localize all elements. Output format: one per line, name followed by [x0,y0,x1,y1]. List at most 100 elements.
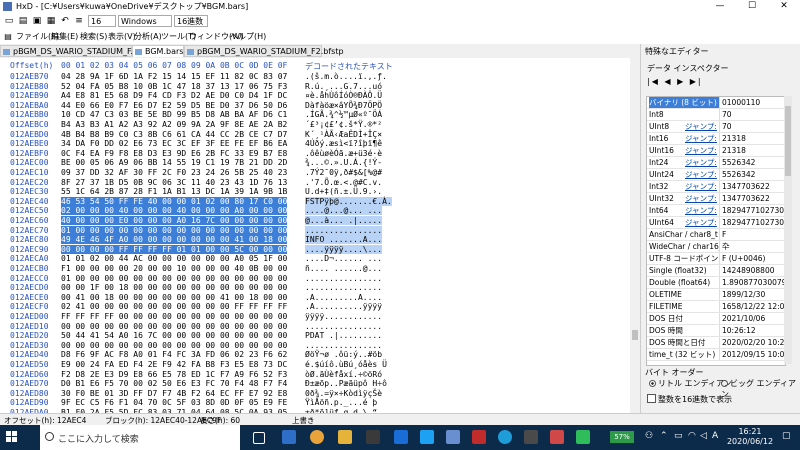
inspector-scrollbar[interactable] [784,96,792,364]
row-decoded-text[interactable]: ....D¬...... ... [305,254,382,263]
row-hex-bytes[interactable]: F1 00 00 00 00 20 00 00 10 00 00 00 40 0… [61,264,287,273]
jump-link[interactable]: ジャンプ: [685,145,717,156]
minimize-button[interactable]: — [705,0,735,13]
inspector-value[interactable]: 70 [719,121,732,132]
row-hex-bytes[interactable]: 00 41 00 18 00 00 00 00 00 00 00 41 00 1… [61,293,287,302]
inspector-row[interactable]: Int16 ジャンプ: 21318 [647,133,785,145]
row-hex-bytes[interactable]: 02 41 00 00 00 00 00 00 00 00 00 00 FF F… [61,302,287,311]
row-hex-bytes[interactable]: 10 CD 47 C3 03 BE 5E BD 99 B5 D8 AB BA A… [61,110,287,119]
row-decoded-text[interactable]: .7Ý2¯0ÿ,ð#$&[%@# [305,168,382,177]
row-hex-bytes[interactable]: 34 DA F0 DD 02 E6 73 EC 3C EF 3F EE FE E… [61,139,287,148]
jump-link[interactable]: ジャンプ: [685,169,717,180]
inspector-value[interactable]: 70 [719,109,732,120]
row-hex-bytes[interactable]: 00 00 00 00 FF FF FF FF 01 01 00 00 5C 0… [61,244,288,254]
row-decoded-text[interactable]: ÿÿÿÿ............ [305,312,382,321]
inspector-row[interactable]: Int64ジャンプ:1829477102730115 [647,205,785,217]
app-icon-red[interactable] [472,430,486,444]
little-endian-radio[interactable]: リトル エンディアン [649,378,732,389]
row-hex-bytes[interactable]: A4 E8 81 E5 68 D9 F4 CD F3 D2 AE D0 C0 D… [61,91,287,100]
app-icon-blue[interactable] [498,430,512,444]
inspector-value[interactable]: F (U+0046) [719,253,765,264]
mail-icon[interactable] [394,430,408,444]
row-hex-bytes[interactable]: 00 00 00 00 00 00 00 00 00 00 00 00 00 0… [61,322,287,331]
jump-link[interactable]: ジャンプ: [685,133,717,144]
row-hex-bytes[interactable]: 30 F0 BE 01 3D FF D7 F7 4B F2 64 EC FF E… [61,389,287,398]
row-hex-bytes[interactable]: 00 00 1F 00 18 00 00 00 00 00 00 00 00 0… [61,283,287,292]
inspector-row[interactable]: DOS 時間 10:26:12 [647,325,785,337]
save-icon[interactable]: ▣ [31,15,43,27]
scrollbar-thumb[interactable] [785,106,791,176]
row-decoded-text[interactable]: PDAT .|......... [305,331,382,340]
row-decoded-text[interactable]: é.$úíô.ùBú¸óåès Ü [305,360,387,369]
row-decoded-text[interactable]: ....@...@... ... [305,206,383,216]
row-decoded-text[interactable]: ................ [305,341,382,350]
inspector-row[interactable]: Single (float32) 14248908800 [647,265,785,277]
row-decoded-text[interactable]: .A.........A.... [305,293,382,302]
menu-help[interactable]: ヘルプ(H) [230,31,266,42]
data-inspector-tab[interactable]: データ インスペクター [647,63,729,74]
twitter-icon[interactable] [420,430,434,444]
inspector-value[interactable]: 1829477102730115 [719,205,785,216]
undo-icon[interactable]: ↶ [59,15,71,27]
edge-icon[interactable] [282,430,296,444]
inspector-nav-buttons[interactable]: |◀ ◀ ▶ ▶| [647,77,703,86]
inspector-value[interactable]: 1829477102730115 [719,217,785,228]
row-hex-bytes[interactable]: 0C F4 EA F9 F8 E8 D3 E3 9D E6 2B FC 33 E… [61,149,287,158]
inspector-row[interactable]: FILETIME 1658/12/22 12:05:0 [647,301,785,313]
row-decoded-text[interactable]: ....ÿÿÿÿ....\... [305,244,383,254]
row-decoded-text[interactable]: ¾...©.».U.Á.{!Ý- [305,158,382,167]
close-button[interactable]: ✕ [769,0,799,13]
row-decoded-text[interactable]: R.ú.¸...G.7...uó [305,82,382,91]
windows-start-icon[interactable] [6,431,18,443]
open-folder-icon[interactable]: ▤ [17,15,29,27]
row-decoded-text[interactable]: @...à... .|..... [305,216,383,225]
row-hex-bytes[interactable]: 49 4E 46 4F A0 00 00 00 00 00 00 00 41 0… [61,235,288,245]
inspector-value[interactable]: 2021/10/06 [719,313,765,324]
store-icon[interactable] [366,430,380,444]
battery-indicator[interactable]: 57% [610,431,634,443]
inspector-value[interactable]: 5526342 [719,169,755,180]
inspector-value[interactable]: F [719,229,726,240]
row-decoded-text[interactable]: ................ [305,274,382,283]
maximize-button[interactable]: ☐ [737,0,767,13]
row-hex-bytes[interactable]: 01 00 00 00 00 00 00 00 00 00 00 00 00 0… [61,225,288,235]
inspector-value[interactable]: 10:26:12 [719,325,756,336]
save-all-icon[interactable]: ▦ [45,15,57,27]
inspector-row[interactable]: UTF-8 コードポイント F (U+0046) [647,253,785,265]
inspector-value[interactable]: 21318 [719,145,746,156]
menu-analysis[interactable]: 分析(A) [134,31,162,42]
inspector-value[interactable]: 1.89087703007975 [719,277,785,288]
vertical-scrollbar[interactable] [630,58,640,413]
jump-link[interactable]: ジャンプ: [685,205,717,216]
jump-link[interactable]: ジャンプ: [685,217,717,228]
wifi-icon[interactable]: ◠ [688,431,696,441]
jump-link[interactable]: ジャンプ: [685,193,717,204]
ime-indicator[interactable]: A [712,431,718,441]
menu-edit[interactable]: 編集(E) [51,31,78,42]
row-hex-bytes[interactable]: 4B B4 B8 B9 C0 C3 8B C6 61 CA 44 CC 2B C… [61,130,287,139]
inspector-value[interactable]: 5526342 [719,157,755,168]
notification-icon[interactable]: ▢ [782,431,791,441]
row-hex-bytes[interactable]: 40 00 00 00 E0 00 00 00 A0 16 7C 00 00 0… [61,216,288,225]
row-decoded-text[interactable]: ŸìÅöñ.p._...é þ [305,398,377,407]
task-view-icon[interactable] [253,432,265,444]
menu-view[interactable]: 表示(V) [108,31,136,42]
row-decoded-text[interactable]: .'7.Õ.œ.<.@#C.v. [305,178,382,187]
row-decoded-text[interactable]: INFO .......A... [305,235,383,245]
row-decoded-text[interactable]: U.d+‡(ñ.±.Ü.9.›. [305,187,382,196]
row-decoded-text[interactable]: .ôêùøèÓã.æ+ü3é·è [305,149,382,158]
row-decoded-text[interactable]: ................ [305,283,382,292]
row-hex-bytes[interactable]: F2 D8 2E E3 D9 E8 66 E5 78 ED 1C F7 A9 F… [61,370,287,379]
row-hex-bytes[interactable]: BE 00 05 06 A9 06 BB 14 55 19 C1 19 7B 2… [61,158,287,167]
bytes-per-row-select[interactable]: 16 [88,15,116,27]
row-hex-bytes[interactable]: 50 44 41 54 A0 16 7C 00 00 00 00 00 00 0… [61,331,287,340]
row-hex-bytes[interactable]: D0 B1 E6 F5 70 00 02 50 E6 E3 FC 70 F4 4… [61,379,287,388]
row-hex-bytes[interactable]: 55 1C 64 2B 87 28 F1 1A B1 13 DC 1A 39 1… [61,187,287,196]
jump-link[interactable]: ジャンプ: [685,121,717,132]
row-hex-bytes[interactable]: 09 37 DD 32 AF 30 FF 2C F0 23 24 26 5B 2… [61,168,287,177]
new-file-icon[interactable]: ▭ [3,15,15,27]
network-icon[interactable]: ▭ [674,431,683,441]
encoding-select[interactable]: Windows (ANSI [118,15,172,38]
inspector-row[interactable]: UInt64ジャンプ:1829477102730115 [647,217,785,229]
inspector-row[interactable]: Double (float64) 1.89087703007975 [647,277,785,289]
